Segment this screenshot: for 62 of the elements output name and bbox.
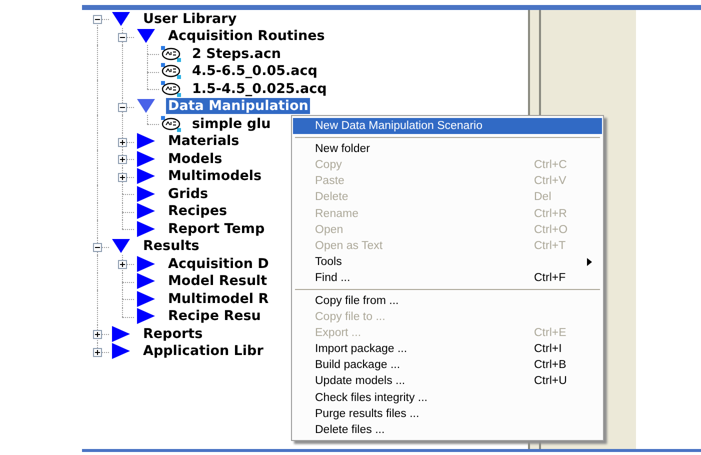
menu-item[interactable]: Find ... Ctrl+F [293,270,602,286]
expand-toggle[interactable] [118,260,127,269]
tree-item[interactable]: Data Manipulation [166,98,310,114]
tree-item[interactable]: 4.5-6.5_0.05.acq [190,63,320,80]
file-icon [161,46,181,62]
menu-item[interactable]: New Data Manipulation Scenario [293,118,602,134]
tree-item[interactable]: simple glu [190,116,273,132]
triangle-icon [136,133,156,150]
triangle-icon [111,326,131,342]
tree-item[interactable]: Grids [166,186,210,202]
expand-toggle[interactable] [93,330,102,339]
triangle-icon [111,10,131,27]
tree-item[interactable]: 2 Steps.acn [190,46,283,62]
file-icon [161,63,181,80]
tree-item[interactable]: Multimodels [166,168,264,184]
tree-item[interactable]: Recipes [166,203,230,220]
tree-item[interactable]: 1.5-4.5_0.025.acq [190,80,329,97]
expand-toggle[interactable] [118,138,127,146]
triangle-icon [111,343,131,360]
collapse-toggle[interactable] [118,102,127,112]
menu-item[interactable]: Copy file from ... [293,292,602,310]
submenu-arrow-icon [587,258,592,266]
tree-item[interactable]: User Library [141,10,239,27]
menu-item[interactable]: Delete files ... [293,422,602,438]
tree-item[interactable]: Results [141,238,202,254]
collapse-toggle[interactable] [93,242,102,252]
tree-item[interactable]: Report Temp [166,220,267,237]
triangle-icon [136,186,156,202]
triangle-icon [111,238,131,254]
tree-item[interactable]: Models [166,150,224,167]
tree-item[interactable]: Model Result [166,273,270,290]
triangle-icon [136,168,156,184]
collapse-toggle[interactable] [93,15,102,24]
menu-item[interactable]: Check files integrity ... [293,390,602,406]
triangle-icon [136,256,156,272]
tree-item[interactable]: Multimodel R [166,290,271,307]
expand-toggle[interactable] [118,155,127,164]
triangle-icon [136,150,156,167]
tree-item[interactable]: Acquisition D [166,256,271,272]
menu-item[interactable]: New folder [293,141,602,158]
collapse-toggle[interactable] [118,32,127,42]
tree-item[interactable]: Acquisition Routines [166,28,327,44]
triangle-icon [136,273,156,290]
tree-item[interactable]: Materials [166,133,242,150]
triangle-icon [136,308,156,324]
tree-item[interactable]: Reports [141,326,205,342]
triangle-icon [136,290,156,307]
triangle-icon [136,203,156,220]
menu-item[interactable]: Import package ... Ctrl+I [293,341,602,358]
tree-item[interactable]: Recipe Resu [166,308,263,324]
triangle-icon [136,220,156,237]
triangle-icon [136,98,156,114]
menu-item[interactable]: Update models ... Ctrl+U [293,373,602,390]
file-icon [161,116,181,132]
expand-toggle[interactable] [93,348,102,356]
tree-item[interactable]: Application Libr [141,343,266,360]
menu-item[interactable]: Tools [293,254,602,270]
triangle-icon [136,28,156,44]
menu-item[interactable]: Build package ... Ctrl+B [293,357,602,374]
file-icon [161,80,181,97]
menu-item[interactable]: Purge results files ... [293,406,602,422]
expand-toggle[interactable] [118,172,127,182]
